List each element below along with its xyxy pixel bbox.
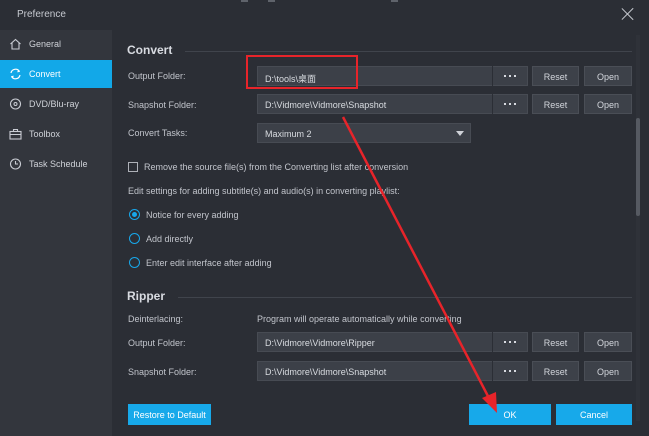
reset-output-folder-button[interactable]: Reset [532,66,579,86]
convert-tasks-select[interactable]: Maximum 2 [257,123,471,143]
sidebar-item-toolbox[interactable]: Toolbox [0,120,112,148]
convert-tasks-value: Maximum 2 [265,129,312,139]
browse-output-folder-button[interactable] [492,66,527,86]
deinterlacing-label: Deinterlacing: [128,314,184,324]
annotation-highlight-box [246,55,358,89]
disc-icon [9,98,22,110]
title-bar-mark [241,0,248,2]
scrollbar-thumb[interactable] [636,118,640,216]
sidebar-item-label: Task Schedule [29,159,88,169]
convert-heading: Convert [127,43,173,57]
sidebar-item-general[interactable]: General [0,30,112,58]
preference-window: Preference General Convert DVD/Blu-ray T… [0,0,649,436]
restore-default-button[interactable]: Restore to Default [128,404,211,425]
radio-add-directly[interactable] [129,233,140,244]
home-icon [10,38,21,50]
radio-label: Enter edit interface after adding [146,258,272,268]
remove-source-checkbox[interactable] [128,162,138,172]
open-snapshot-folder-button[interactable]: Open [584,94,632,114]
ripper-heading: Ripper [127,289,166,303]
radio-enter-edit-interface[interactable] [129,257,140,268]
reset-snapshot-folder-button[interactable]: Reset [532,94,579,114]
open-output-folder-button[interactable]: Open [584,66,632,86]
ripper-snapshot-folder-label: Snapshot Folder: [128,367,197,377]
open-ripper-snapshot-button[interactable]: Open [584,361,632,381]
cancel-button[interactable]: Cancel [556,404,632,425]
toolbox-icon [9,128,22,140]
window-title: Preference [17,9,66,20]
sidebar-item-label: DVD/Blu-ray [29,99,80,109]
radio-label: Notice for every adding [146,210,239,220]
reset-ripper-snapshot-button[interactable]: Reset [532,361,579,381]
open-ripper-output-button[interactable]: Open [584,332,632,352]
convert-tasks-label: Convert Tasks: [128,128,188,138]
scrollbar-track[interactable] [636,35,640,421]
ripper-snapshot-folder-field[interactable]: D:\Vidmore\Vidmore\Snapshot [257,361,528,381]
ripper-divider [178,297,632,298]
radio-label: Add directly [146,234,194,244]
deinterlacing-value: Program will operate automatically while… [257,314,462,324]
sidebar-item-dvd[interactable]: DVD/Blu-ray [0,90,112,118]
convert-divider [185,51,632,52]
browse-ripper-output-button[interactable] [492,332,527,352]
ripper-output-folder-value: D:\Vidmore\Vidmore\Ripper [265,338,375,348]
sidebar-item-label: Convert [29,69,61,79]
snapshot-folder-field[interactable]: D:\Vidmore\Vidmore\Snapshot [257,94,528,114]
sidebar-item-label: Toolbox [29,129,61,139]
ok-button[interactable]: OK [469,404,551,425]
browse-ripper-snapshot-button[interactable] [492,361,527,381]
sidebar-item-label: General [29,39,62,49]
chevron-down-icon [456,131,464,136]
sidebar: General Convert DVD/Blu-ray Toolbox Task… [0,30,112,436]
radio-notice-every-adding[interactable] [129,209,140,220]
snapshot-folder-label: Snapshot Folder: [128,100,197,110]
edit-settings-label: Edit settings for adding subtitle(s) and… [128,186,400,196]
convert-icon [10,68,21,80]
browse-snapshot-folder-button[interactable] [492,94,527,114]
sidebar-item-convert[interactable]: Convert [0,60,112,88]
remove-source-label: Remove the source file(s) from the Conve… [144,162,409,172]
close-icon[interactable] [621,7,635,21]
ripper-output-folder-field[interactable]: D:\Vidmore\Vidmore\Ripper [257,332,528,352]
reset-ripper-output-button[interactable]: Reset [532,332,579,352]
output-folder-label: Output Folder: [128,71,186,81]
title-bar: Preference [0,0,649,30]
snapshot-folder-value: D:\Vidmore\Vidmore\Snapshot [265,100,387,110]
title-bar-mark [268,0,275,2]
ripper-output-folder-label: Output Folder: [128,338,186,348]
sidebar-item-task-schedule[interactable]: Task Schedule [0,150,112,178]
clock-icon [9,158,22,170]
title-bar-mark [391,0,398,2]
ripper-snapshot-folder-value: D:\Vidmore\Vidmore\Snapshot [265,367,387,377]
